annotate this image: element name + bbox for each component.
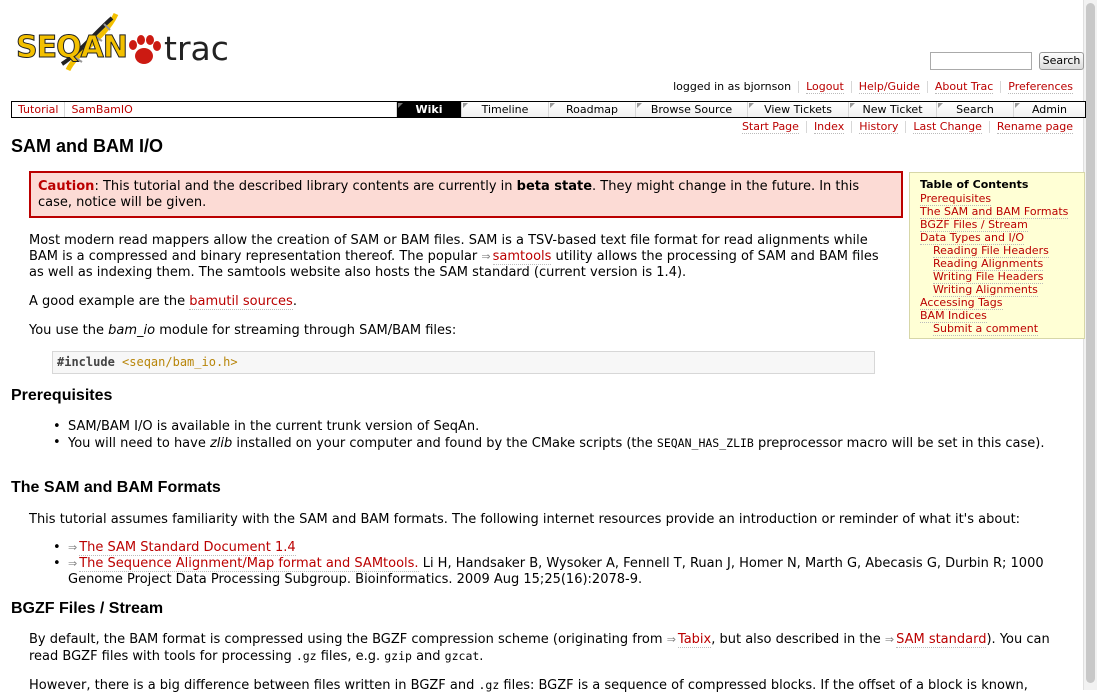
logo-trac-text: trac [164,29,229,68]
module-text-b: module for streaming through SAM/BAM fil… [155,323,457,338]
external-link-icon: ⇒ [666,633,676,646]
history-link[interactable]: History [859,120,899,134]
logo-seqan-text: SEQAN [16,30,129,66]
caution-label: Caution [38,179,95,194]
start-page-link[interactable]: Start Page [741,120,799,134]
prereq-text-c: preprocessor macro will be set in this c… [753,436,1045,451]
toc-item[interactable]: The SAM and BAM Formats [920,205,1069,219]
bgzf-paragraph-2: However, there is a big difference betwe… [29,677,1074,694]
search-input[interactable] [930,52,1032,70]
main-navigation: Tutorial SamBamIO Wiki Timeline Roadmap … [11,101,1086,118]
example-text-a: A good example are the [29,294,190,309]
index-link[interactable]: Index [813,120,845,134]
formats-list: ⇒The SAM Standard Document 1.4 ⇒The Sequ… [52,540,1062,588]
external-link-icon: ⇒ [68,557,78,570]
context-navigation: Start Page Index History Last Change Ren… [735,120,1080,134]
toc-item[interactable]: Accessing Tags [920,296,1003,310]
bgzf-text-f: . [479,649,484,664]
last-change-link[interactable]: Last Change [913,120,982,134]
toc-item[interactable]: BGZF Files / Stream [920,218,1028,232]
preferences-link[interactable]: Preferences [1008,80,1073,94]
bamutil-sources-link[interactable]: bamutil sources [189,294,293,310]
external-link-icon: ⇒ [481,250,491,263]
sam-standard-link[interactable]: The SAM Standard Document 1.4 [79,540,296,556]
module-paragraph: You use the bam_io module for streaming … [29,323,456,339]
sam-standard-link-2[interactable]: SAM standard [896,632,987,648]
tabix-link[interactable]: Tabix [677,632,712,648]
example-text-b: . [292,294,297,309]
bgzf-text-e: and [411,649,445,664]
tab-browse-source[interactable]: Browse Source [635,102,747,117]
prerequisites-list: SAM/BAM I/O is available in the current … [52,419,1062,452]
formats-heading: The SAM and BAM Formats [11,479,221,496]
about-trac-link[interactable]: About Trac [934,80,994,94]
samtools-link[interactable]: samtools [492,249,552,265]
breadcrumb-sambamio[interactable]: SamBamIO [71,103,132,116]
bgzf-text-a: By default, the BAM format is compressed… [29,632,667,647]
prereq-text-b: installed on your computer and found by … [232,436,657,451]
formats-intro: This tutorial assumes familiarity with t… [29,512,1021,527]
meta-navigation: logged in as bjornson Logout Help/Guide … [666,80,1080,94]
toc-item[interactable]: Submit a comment [933,322,1039,336]
example-paragraph: A good example are the bamutil sources. [29,294,297,310]
external-link-icon: ⇒ [68,541,78,554]
toc-item[interactable]: Data Types and I/O [920,231,1025,245]
tab-view-tickets[interactable]: View Tickets [747,102,848,117]
bgzf-text-b: , but also described in the [711,632,885,647]
tab-new-ticket[interactable]: New Ticket [848,102,936,117]
zlib-name: zlib [209,436,233,451]
bgzf-text-d: files, e.g. [316,649,385,664]
tab-admin[interactable]: Admin [1013,102,1085,117]
search-button[interactable]: Search [1039,52,1084,70]
toc-item[interactable]: BAM Indices [920,309,987,323]
gzip-code: gzip [384,649,412,663]
code-keyword: #include [57,355,115,369]
page-title: SAM and BAM I/O [11,136,163,156]
tab-timeline[interactable]: Timeline [461,102,548,117]
bgzf-paragraph-1: By default, the BAM format is compressed… [29,632,1074,665]
code-block: #include <seqan/bam_io.h> [52,351,875,374]
breadcrumb-tutorial[interactable]: Tutorial [18,103,58,116]
rename-page-link[interactable]: Rename page [996,120,1073,134]
list-item: You will need to have zlib installed on … [52,435,1062,452]
prerequisites-heading: Prerequisites [11,387,113,404]
seqan-trac-logo[interactable]: SEQAN trac [16,12,231,74]
caution-beta-state: beta state [516,179,593,194]
list-item: SAM/BAM I/O is available in the current … [52,419,1062,435]
logout-link[interactable]: Logout [806,80,844,94]
bgzf-heading: BGZF Files / Stream [11,600,164,617]
samtools-paper-link[interactable]: The Sequence Alignment/Map format and SA… [79,556,419,572]
toc-item[interactable]: Writing File Headers [933,270,1044,284]
caution-box: Caution: This tutorial and the described… [29,171,903,218]
external-link-icon: ⇒ [884,633,895,646]
module-text-a: You use the [29,323,109,338]
bam-io-module-name: bam_io [108,323,156,338]
breadcrumb: Tutorial SamBamIO [12,102,396,117]
tab-wiki[interactable]: Wiki [396,102,461,117]
table-of-contents: Table of Contents Prerequisites The SAM … [909,172,1085,339]
toc-item[interactable]: Reading File Headers [933,244,1049,258]
toc-item[interactable]: Prerequisites [920,192,992,206]
caution-text-a: : This tutorial and the described librar… [94,179,517,194]
gz-code: .gz [295,649,317,663]
logged-in-label: logged in as bjornson [673,80,792,93]
tab-roadmap[interactable]: Roadmap [548,102,635,117]
code-header: <seqan/bam_io.h> [122,355,238,369]
help-guide-link[interactable]: Help/Guide [858,80,920,94]
list-item: ⇒The SAM Standard Document 1.4 [52,540,1062,556]
prereq-text-a: You will need to have [68,436,210,451]
intro-paragraph: Most modern read mappers allow the creat… [29,233,895,281]
list-item: ⇒The Sequence Alignment/Map format and S… [52,556,1062,588]
toc-item[interactable]: Reading Alignments [933,257,1044,271]
seqan-has-zlib-macro: SEQAN_HAS_ZLIB [656,436,754,450]
bgzf-p2-text-b: files: BGZF is a sequence of compressed … [499,678,1028,693]
toc-title: Table of Contents [920,178,1029,191]
tab-search[interactable]: Search [936,102,1013,117]
scrollbar-thumb[interactable] [1086,3,1095,683]
gzcat-code: gzcat [444,649,480,663]
toc-item[interactable]: Writing Alignments [933,283,1038,297]
bgzf-p2-text-a: However, there is a big difference betwe… [29,678,479,693]
